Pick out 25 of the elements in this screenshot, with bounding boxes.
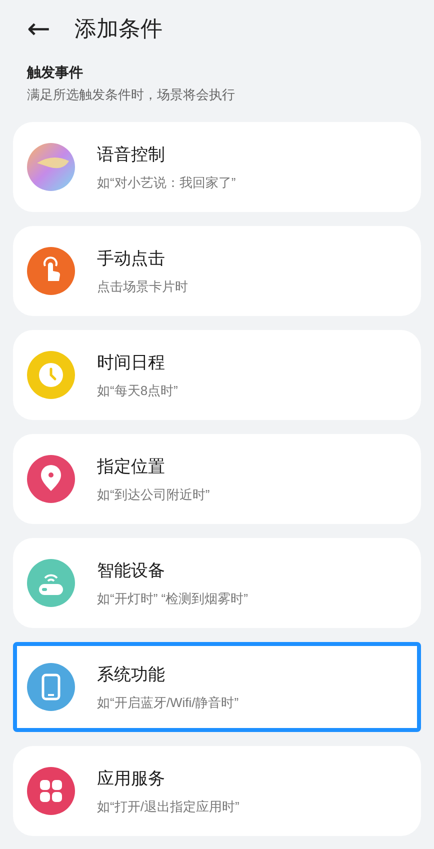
condition-card[interactable]: 手动点击 点击场景卡片时	[13, 226, 421, 316]
condition-card[interactable]: 智能设备 如“开灯时” “检测到烟雾时”	[13, 538, 421, 628]
page-title: 添加条件	[74, 16, 162, 44]
condition-example: 如“对小艺说：我回家了”	[97, 174, 236, 192]
condition-example: 如“每天8点时”	[97, 382, 178, 400]
condition-title: 应用服务	[97, 768, 166, 790]
condition-title: 时间日程	[97, 352, 166, 374]
condition-card[interactable]: 系统功能 如“开启蓝牙/Wifi/静音时”	[13, 642, 421, 732]
condition-example: 如“打开/退出指定应用时”	[97, 798, 240, 816]
back-button[interactable]: ←	[27, 15, 50, 43]
condition-card[interactable]: 指定位置 如“到达公司附近时”	[13, 434, 421, 524]
condition-card[interactable]: 应用服务 如“打开/退出指定应用时”	[13, 746, 421, 836]
section-description: 满足所选触发条件时，场景将会执行	[26, 87, 236, 104]
condition-title: 智能设备	[97, 560, 166, 582]
condition-card[interactable]: 语音控制 如“对小艺说：我回家了”	[13, 122, 421, 212]
condition-title: 手动点击	[97, 248, 166, 270]
condition-example: 点击场景卡片时	[97, 278, 188, 296]
condition-title: 语音控制	[97, 144, 166, 166]
condition-title: 指定位置	[97, 456, 166, 478]
condition-title: 系统功能	[97, 664, 166, 686]
condition-example: 如“开启蓝牙/Wifi/静音时”	[97, 694, 239, 712]
condition-card[interactable]: 时间日程 如“每天8点时”	[13, 330, 421, 420]
section-title: 触发事件	[26, 64, 84, 82]
condition-example: 如“到达公司附近时”	[97, 486, 210, 504]
condition-example: 如“开灯时” “检测到烟雾时”	[97, 590, 248, 608]
